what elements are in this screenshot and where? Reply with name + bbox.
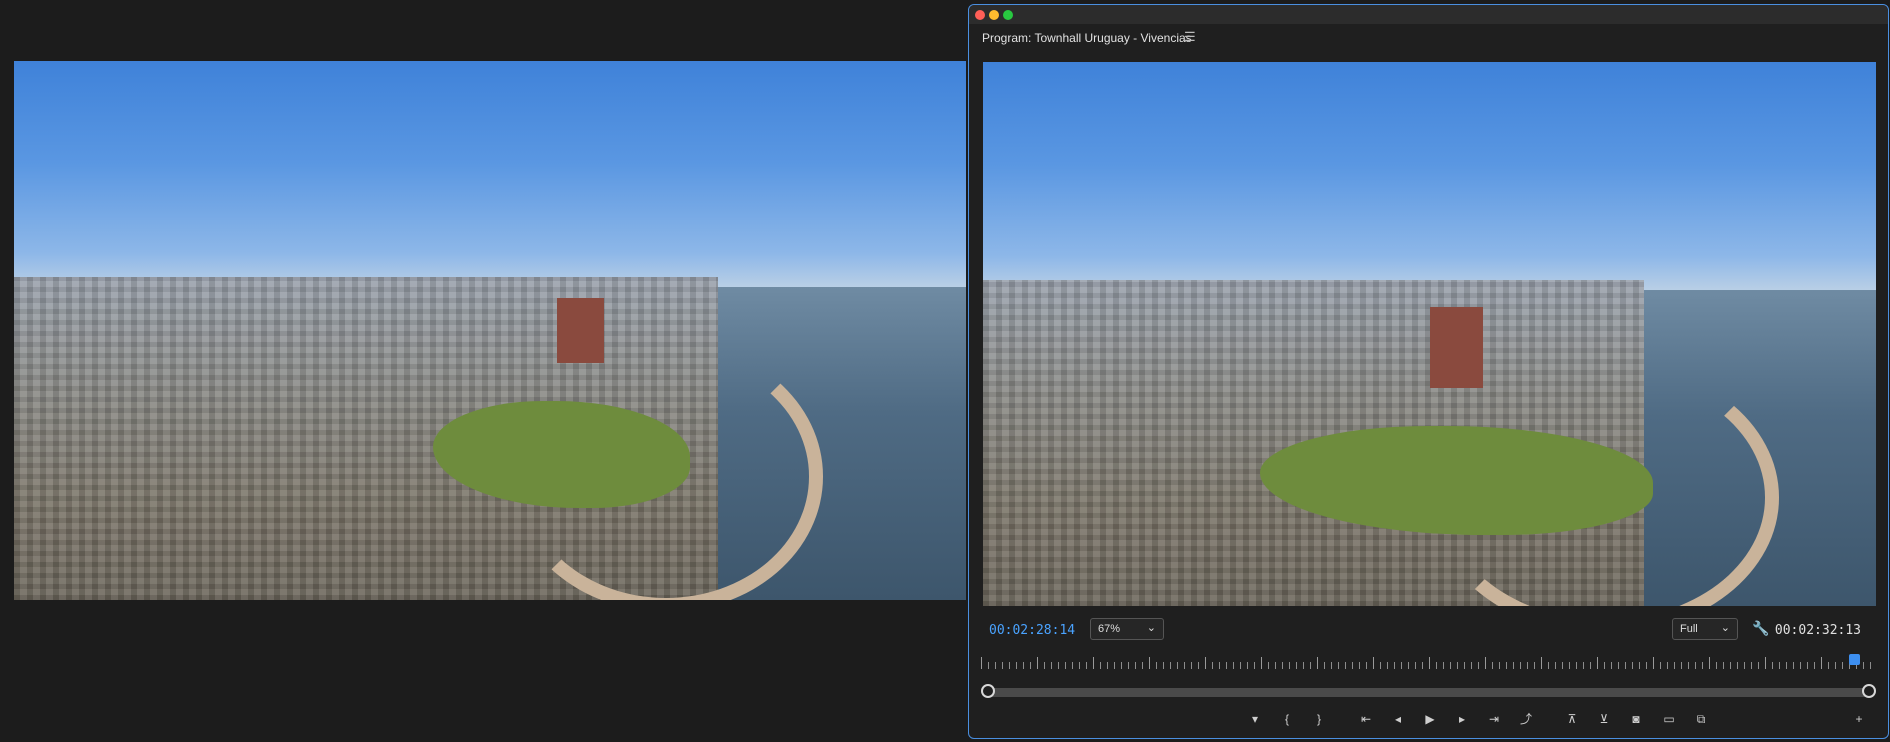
reference-monitor-image [14,61,966,600]
transport-controls: ▾ { } ⇤ ◂ ▶ ▸ ⇥ ⤴ ⊼ ⊻ ◙ ▭ ⧉ + [969,709,1888,729]
zoom-scrollbar[interactable] [983,688,1874,697]
panel-title: Program: Townhall Uruguay - Vivencias [982,31,1192,45]
window-titlebar [969,5,1888,24]
step-back-icon[interactable]: ◂ [1388,709,1408,729]
camera-icon[interactable]: ◙ [1626,709,1646,729]
scrollbar-right-handle[interactable] [1862,684,1876,698]
compare-view-icon[interactable]: ⧉ [1691,709,1711,729]
program-video-frame[interactable] [983,62,1876,606]
settings-wrench-icon[interactable]: 🔧 [1752,620,1769,637]
zoom-window-button[interactable] [1003,10,1013,20]
chevron-down-icon: ⌄ [1146,622,1156,634]
playback-resolution-dropdown[interactable]: Full ⌄ [1672,618,1738,640]
playhead-marker[interactable] [1848,654,1860,665]
duration-timecode: 00:02:32:13 [1774,623,1861,638]
mark-in-icon[interactable]: { [1277,709,1297,729]
extract-icon[interactable]: ⊻ [1594,709,1614,729]
chevron-down-icon: ⌄ [1720,622,1730,634]
step-forward-icon[interactable]: ▸ [1452,709,1472,729]
hamburger-menu-icon[interactable]: ☰ [1184,29,1196,45]
export-frame-icon[interactable]: ⤴ [1516,709,1536,729]
mark-out-icon[interactable]: } [1309,709,1329,729]
zoom-level-value: 67% [1098,623,1121,635]
scrollbar-left-handle[interactable] [981,684,995,698]
go-to-in-icon[interactable]: ⇤ [1356,709,1376,729]
current-timecode[interactable]: 00:02:28:14 [989,623,1075,638]
playback-resolution-value: Full [1680,623,1698,635]
lift-icon[interactable]: ⊼ [1562,709,1582,729]
zoom-level-dropdown[interactable]: 67% ⌄ [1090,618,1164,640]
add-button-icon[interactable]: + [1849,709,1869,729]
go-to-out-icon[interactable]: ⇥ [1484,709,1504,729]
program-monitor-window: Program: Townhall Uruguay - Vivencias ☰ … [968,4,1889,739]
close-window-button[interactable] [975,10,985,20]
safe-margins-icon[interactable]: ▭ [1659,709,1679,729]
add-marker-icon[interactable]: ▾ [1245,709,1265,729]
minimize-window-button[interactable] [989,10,999,20]
time-ruler-major-ticks [981,655,1876,669]
play-icon[interactable]: ▶ [1420,709,1440,729]
